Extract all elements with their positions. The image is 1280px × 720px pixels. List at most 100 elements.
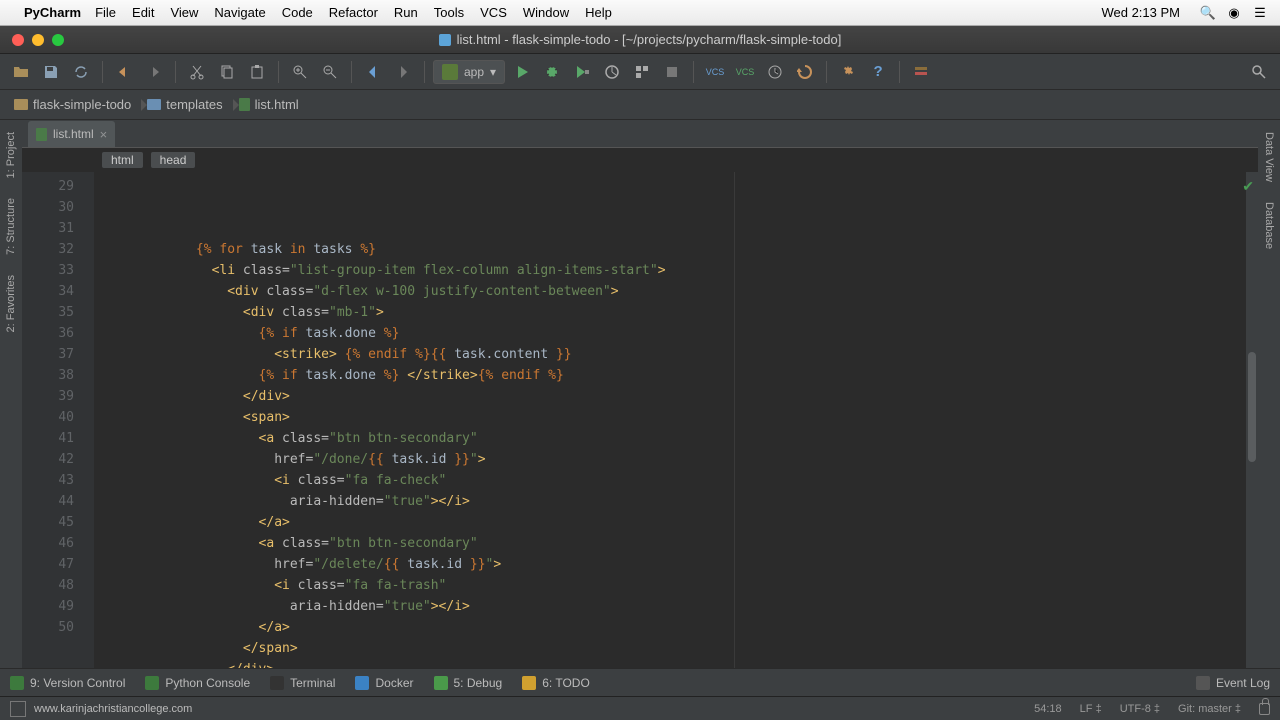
traffic-lights <box>0 34 80 46</box>
menu-code[interactable]: Code <box>282 5 313 20</box>
folder-blue-icon <box>147 99 161 110</box>
menu-view[interactable]: View <box>170 5 198 20</box>
code-crumb-html[interactable]: html <box>102 152 143 168</box>
mac-menubar: PyCharm File Edit View Navigate Code Refactor… <box>0 0 1280 26</box>
undo-button[interactable] <box>111 59 137 85</box>
stop-button[interactable] <box>659 59 685 85</box>
vcs-update-button[interactable]: VCS <box>702 59 728 85</box>
status-bar: www.karinjachristiancollege.com 54:18 LF… <box>0 696 1280 720</box>
breadcrumb-list.html[interactable]: list.html <box>233 90 309 119</box>
toolwindow-label: 6: TODO <box>542 676 590 690</box>
profile-button[interactable] <box>599 59 625 85</box>
toolwindow-icon <box>434 676 448 690</box>
crumb-label: list.html <box>255 97 299 112</box>
sidetab-database[interactable]: Database <box>1261 194 1277 257</box>
sidetab-structure[interactable]: 7: Structure <box>3 190 19 263</box>
toolwindow-versioncontrol[interactable]: 9: Version Control <box>10 676 125 690</box>
nav-back-button[interactable] <box>360 59 386 85</box>
tab-label: list.html <box>53 127 94 141</box>
left-toolwindow-bar: 1: Project 7: Structure 2: Favorites <box>0 120 22 668</box>
code-breadcrumb: html head <box>22 148 1258 172</box>
zoom-window-icon[interactable] <box>52 34 64 46</box>
menu-help[interactable]: Help <box>585 5 612 20</box>
menu-file[interactable]: File <box>95 5 116 20</box>
project-structure-button[interactable] <box>908 59 934 85</box>
watermark-text: www.karinjachristiancollege.com <box>34 703 192 715</box>
toolwindow-docker[interactable]: Docker <box>355 676 413 690</box>
app-name[interactable]: PyCharm <box>24 5 81 20</box>
notification-center-icon[interactable]: ☰ <box>1252 5 1268 21</box>
breadcrumb-templates[interactable]: templates <box>141 90 232 119</box>
zoom-out-icon[interactable] <box>317 59 343 85</box>
code-crumb-head[interactable]: head <box>151 152 196 168</box>
cut-button[interactable] <box>184 59 210 85</box>
close-tab-icon[interactable]: × <box>100 127 108 142</box>
zoom-in-icon[interactable] <box>287 59 313 85</box>
concurrency-button[interactable] <box>629 59 655 85</box>
run-config-selector[interactable]: app ▾ <box>433 60 505 84</box>
code-editor[interactable]: 2930313233343536373839404142434445464748… <box>22 172 1258 668</box>
menu-edit[interactable]: Edit <box>132 5 154 20</box>
file-encoding[interactable]: UTF-8 ‡ <box>1120 703 1160 715</box>
spotlight-icon[interactable]: 🔍 <box>1200 5 1216 21</box>
menu-navigate[interactable]: Navigate <box>214 5 265 20</box>
copy-button[interactable] <box>214 59 240 85</box>
toolwindow-icon <box>145 676 159 690</box>
toolwindow-label: Python Console <box>165 676 250 690</box>
editor-tab-list-html[interactable]: list.html × <box>28 121 115 147</box>
debug-button[interactable] <box>539 59 565 85</box>
toolwindow-pythonconsole[interactable]: Python Console <box>145 676 250 690</box>
line-separator[interactable]: LF ‡ <box>1080 703 1102 715</box>
settings-button[interactable] <box>835 59 861 85</box>
breadcrumb-flask-simple-todo[interactable]: flask-simple-todo <box>8 90 141 119</box>
nav-forward-button[interactable] <box>390 59 416 85</box>
caret-position[interactable]: 54:18 <box>1034 703 1062 715</box>
run-button[interactable] <box>509 59 535 85</box>
sync-button[interactable] <box>68 59 94 85</box>
open-button[interactable] <box>8 59 34 85</box>
sidetab-project[interactable]: 1: Project <box>3 124 19 186</box>
redo-button[interactable] <box>141 59 167 85</box>
siri-icon[interactable]: ◉ <box>1226 5 1242 21</box>
window-title: list.html - flask-simple-todo - [~/proje… <box>457 32 842 47</box>
main-toolbar: app ▾ VCS VCS ? <box>0 54 1280 90</box>
toolwindow-terminal[interactable]: Terminal <box>270 676 335 690</box>
menu-window[interactable]: Window <box>523 5 569 20</box>
menu-vcs[interactable]: VCS <box>480 5 507 20</box>
help-button[interactable]: ? <box>865 59 891 85</box>
menu-tools[interactable]: Tools <box>434 5 464 20</box>
git-branch[interactable]: Git: master ‡ <box>1178 703 1241 715</box>
file-icon <box>439 34 451 46</box>
sidetab-dataview[interactable]: Data View <box>1261 124 1277 190</box>
close-window-icon[interactable] <box>12 34 24 46</box>
analysis-ok-icon: ✔ <box>1242 178 1254 195</box>
toolwindow-debug[interactable]: 5: Debug <box>434 676 503 690</box>
event-log-icon <box>1196 676 1210 690</box>
menu-run[interactable]: Run <box>394 5 418 20</box>
scrollbar-thumb[interactable] <box>1248 352 1256 462</box>
vcs-commit-button[interactable]: VCS <box>732 59 758 85</box>
code-content[interactable]: {% for task in tasks %} <li class="list-… <box>94 172 1246 668</box>
toolwindow-label: 5: Debug <box>454 676 503 690</box>
toolwindow-label: Docker <box>375 676 413 690</box>
window-titlebar: list.html - flask-simple-todo - [~/proje… <box>0 26 1280 54</box>
revert-button[interactable] <box>792 59 818 85</box>
event-log-button[interactable]: Event Log <box>1196 676 1270 690</box>
right-margin-ruler <box>734 172 735 668</box>
toggle-toolwindows-icon[interactable] <box>10 701 26 717</box>
sidetab-favorites[interactable]: 2: Favorites <box>3 267 19 340</box>
toolwindow-icon <box>10 676 24 690</box>
menubar-clock[interactable]: Wed 2:13 PM <box>1101 5 1180 20</box>
menu-refactor[interactable]: Refactor <box>329 5 378 20</box>
bottom-toolwindow-bar: 9: Version Control Python Console Terminal… <box>0 668 1280 696</box>
editor-scrollbar[interactable]: ✔ <box>1246 172 1258 668</box>
show-history-button[interactable] <box>762 59 788 85</box>
toolwindow-label: Terminal <box>290 676 335 690</box>
minimize-window-icon[interactable] <box>32 34 44 46</box>
readonly-lock-icon[interactable] <box>1259 703 1270 715</box>
toolwindow-todo[interactable]: 6: TODO <box>522 676 590 690</box>
run-with-coverage-button[interactable] <box>569 59 595 85</box>
paste-button[interactable] <box>244 59 270 85</box>
search-everywhere-icon[interactable] <box>1246 59 1272 85</box>
save-all-button[interactable] <box>38 59 64 85</box>
